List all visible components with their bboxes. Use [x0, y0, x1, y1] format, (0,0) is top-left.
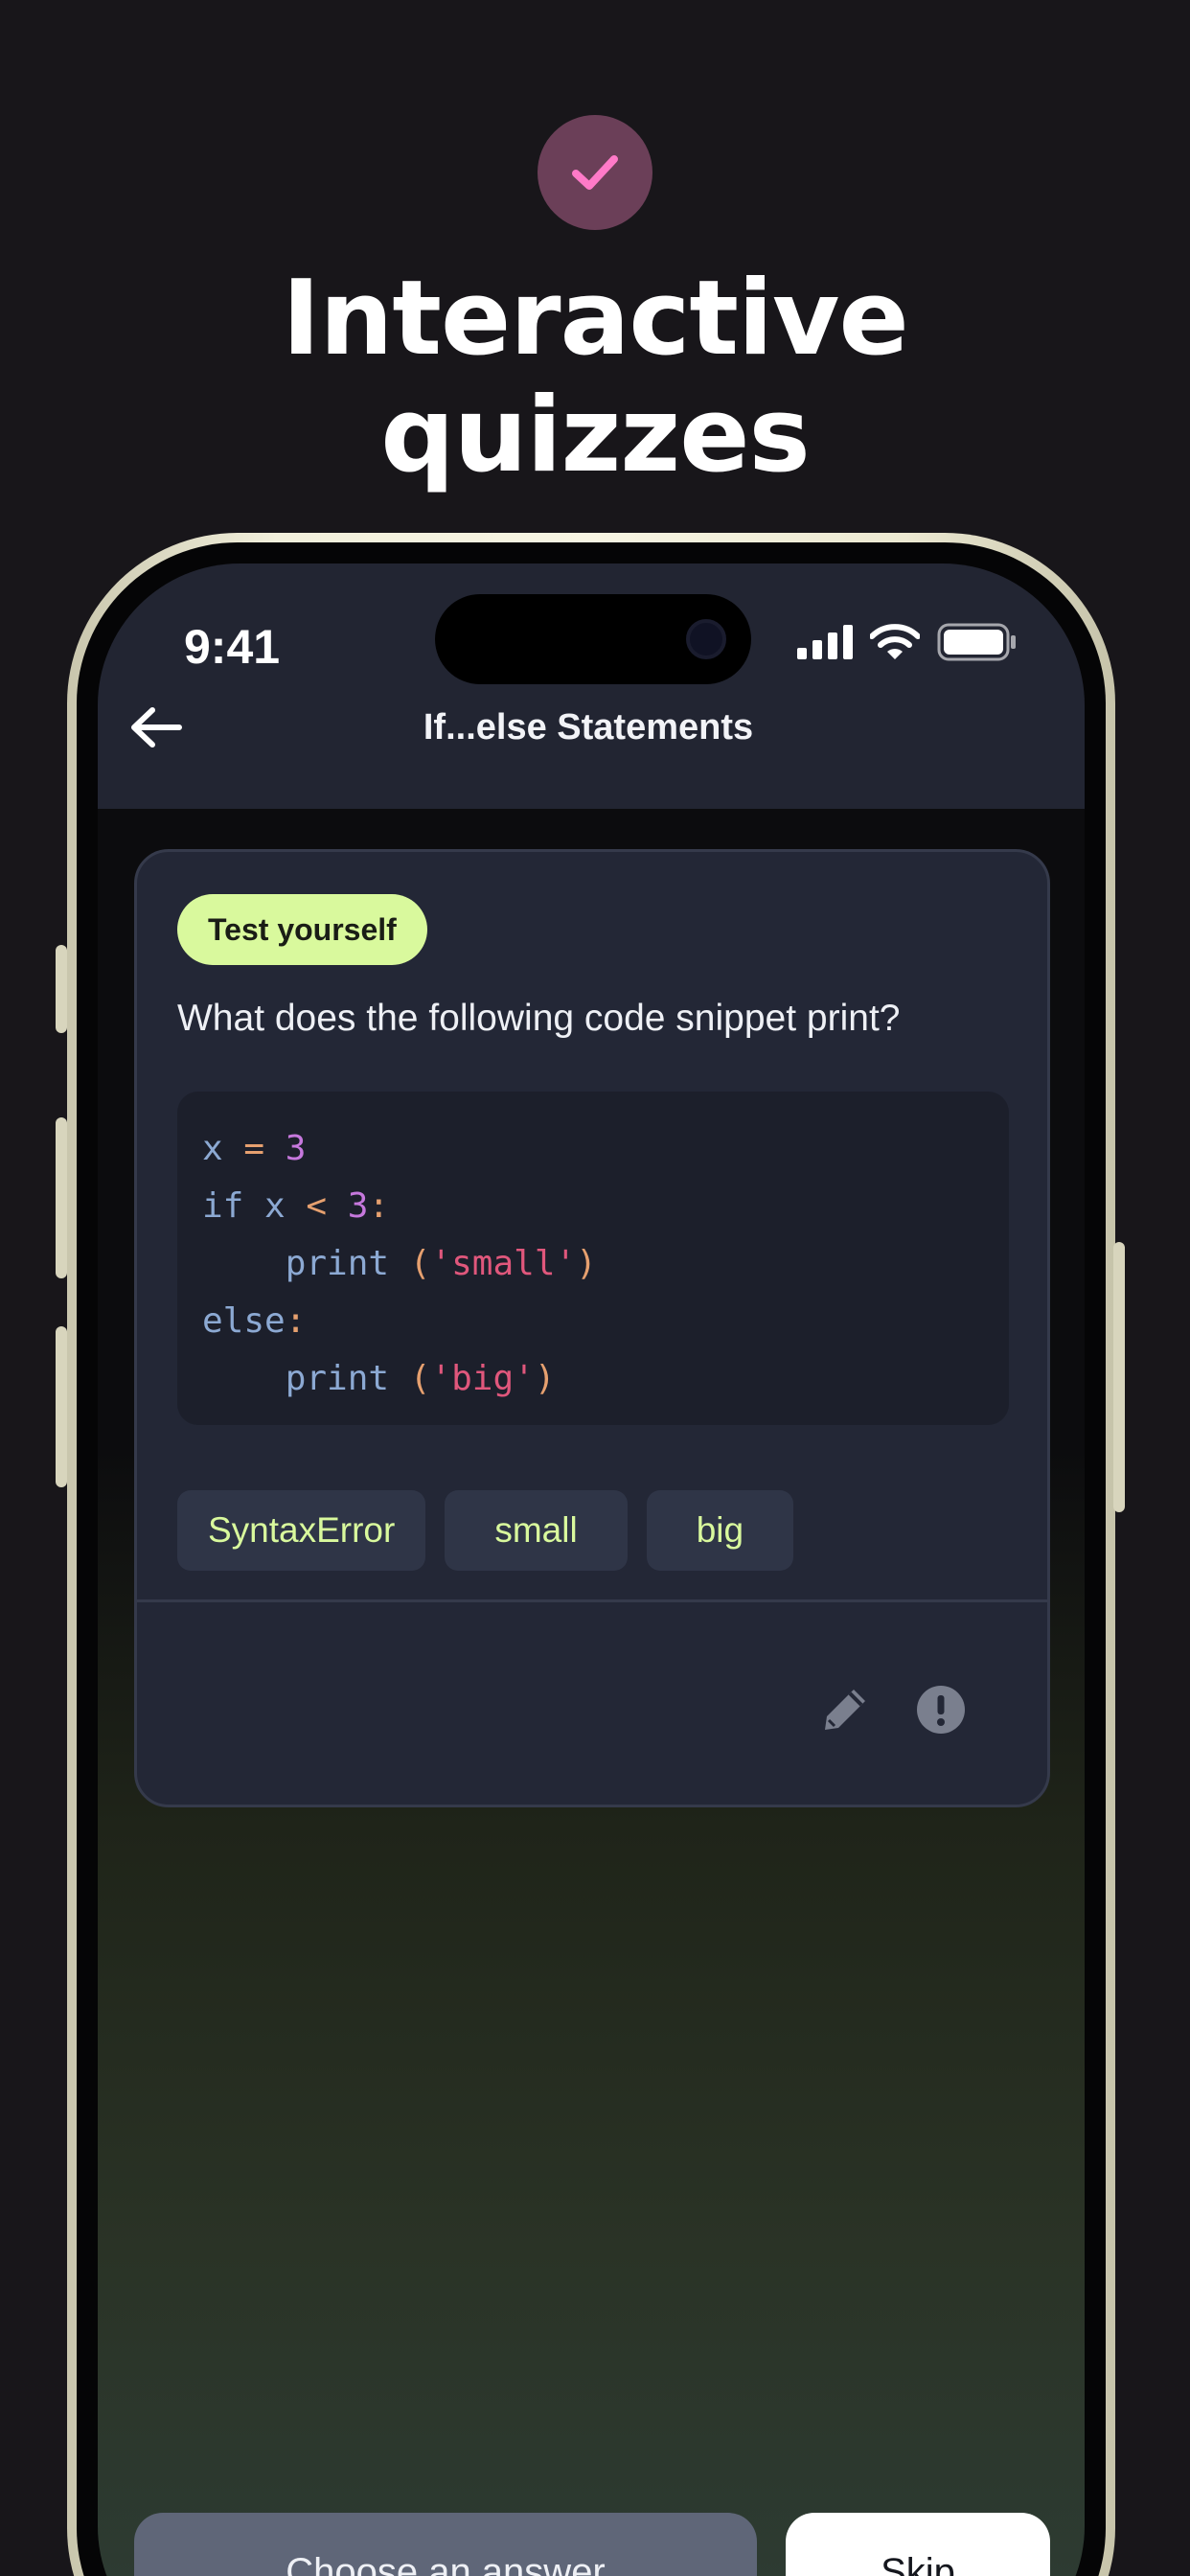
code-token: 3 — [285, 1129, 307, 1168]
phone-volume-up-button — [56, 1117, 67, 1278]
code-line: x = 3 — [202, 1120, 984, 1178]
phone-silent-switch — [56, 945, 67, 1033]
promo-title: Interactive quizzes — [0, 261, 1190, 494]
answer-option-big[interactable]: big — [646, 1490, 794, 1571]
page-title-text: If...else Statements — [423, 707, 754, 748]
code-token: 'small' — [430, 1244, 577, 1283]
battery-icon — [937, 623, 1016, 661]
code-snippet: x = 3 if x < 3: print ('small') else: pr… — [177, 1092, 1009, 1425]
code-line: else: — [202, 1293, 984, 1350]
quiz-question: What does the following code snippet pri… — [177, 998, 901, 1039]
answer-options: SyntaxError small big — [177, 1490, 794, 1571]
code-token: ) — [534, 1359, 556, 1398]
promo-title-line1: Interactive — [282, 259, 908, 379]
status-time: 9:41 — [184, 620, 281, 674]
code-token: print — [285, 1244, 390, 1283]
edit-button[interactable] — [817, 1682, 873, 1737]
code-line: print ('big') — [202, 1350, 984, 1408]
code-token: else — [202, 1301, 286, 1341]
phone-frame: 9:41 If...else Statements Test yourself … — [67, 533, 1115, 2576]
code-token: ( — [409, 1359, 431, 1398]
promo-title-line2: quizzes — [380, 376, 810, 495]
wifi-icon — [870, 624, 920, 659]
pencil-icon — [825, 1690, 865, 1730]
code-token: 3 — [347, 1186, 369, 1226]
code-token: = — [243, 1129, 265, 1168]
cellular-signal-icon — [797, 625, 853, 659]
skip-button[interactable]: Skip — [786, 2513, 1050, 2576]
report-button[interactable] — [913, 1682, 969, 1737]
card-divider — [137, 1599, 1047, 1602]
app-screen: 9:41 If...else Statements Test yourself … — [98, 564, 1085, 2576]
phone-power-button — [1113, 1242, 1125, 1512]
top-bar: 9:41 If...else Statements — [98, 564, 1085, 809]
code-token: : — [285, 1301, 307, 1341]
answer-option-small[interactable]: small — [445, 1490, 628, 1571]
page-title: If...else Statements — [98, 707, 1085, 748]
code-token: < — [306, 1186, 328, 1226]
code-token: ( — [409, 1244, 431, 1283]
quiz-card: Test yourself What does the following co… — [134, 849, 1050, 1807]
answer-option-syntaxerror[interactable]: SyntaxError — [177, 1490, 426, 1571]
code-line: if x < 3: — [202, 1178, 984, 1235]
code-token: x — [202, 1129, 223, 1168]
phone-volume-down-button — [56, 1326, 67, 1487]
phone-bezel: 9:41 If...else Statements Test yourself … — [77, 542, 1106, 2576]
alert-circle-icon — [917, 1686, 965, 1734]
camera-icon — [686, 619, 726, 659]
code-token: x — [264, 1186, 286, 1226]
test-yourself-badge: Test yourself — [177, 894, 427, 965]
code-line: print ('small') — [202, 1235, 984, 1293]
code-token: if — [202, 1186, 244, 1226]
code-token: ) — [576, 1244, 597, 1283]
code-token: print — [285, 1359, 390, 1398]
code-token: : — [368, 1186, 390, 1226]
status-icons — [797, 623, 1018, 661]
check-icon — [572, 155, 618, 190]
choose-answer-button[interactable]: Choose an answer — [134, 2513, 757, 2576]
dynamic-island — [435, 594, 751, 684]
promo-check-badge — [538, 115, 652, 230]
code-token: 'big' — [430, 1359, 535, 1398]
